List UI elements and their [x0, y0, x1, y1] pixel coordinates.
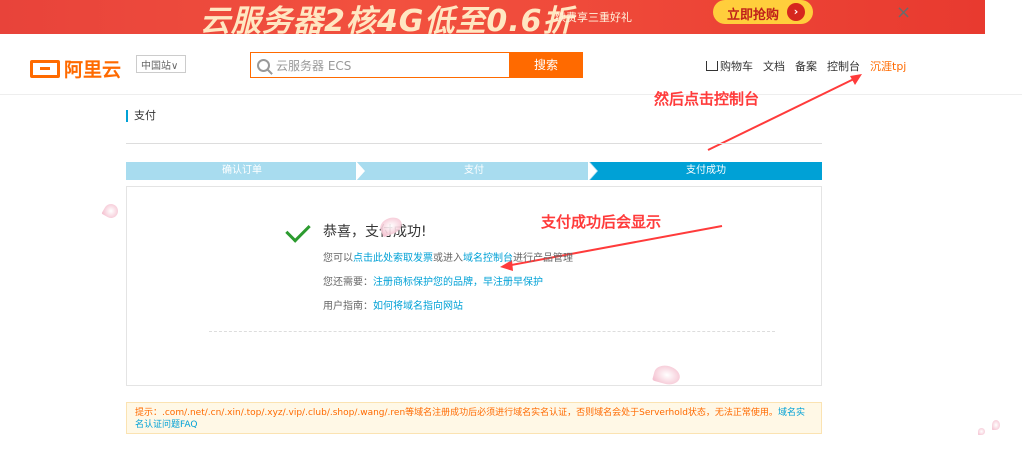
notice-text: 提示：.com/.net/.cn/.xin/.top/.xyz/.vip/.cl…	[135, 408, 778, 418]
nav-user[interactable]: 沉涯tpj	[870, 58, 906, 74]
chevron-right-icon	[588, 161, 598, 181]
logo[interactable]: 阿里云	[30, 55, 121, 82]
invoice-line-suffix: 进行产品管理	[513, 253, 573, 264]
step-label: 确认订单	[222, 165, 262, 176]
site-header: 阿里云 中国站∨ 云服务器 ECS 搜索 购物车 文档 备案 控制台 沉涯tpj	[0, 40, 1022, 95]
chevron-right-icon: ›	[787, 3, 805, 21]
promo-banner[interactable]: 云服务器2核4G低至0.6折 续费享三重好礼 立即抢购 ›	[0, 0, 985, 34]
step-confirm-order: 确认订单	[126, 161, 366, 181]
guide-line: 用户指南：如何将域名指向网站	[323, 297, 463, 312]
petal-decoration	[978, 428, 985, 435]
step-pay: 支付	[358, 161, 598, 181]
notice-bar: 提示：.com/.net/.cn/.xin/.top/.xyz/.vip/.cl…	[126, 402, 822, 434]
annotation-console-hint: 然后点击控制台	[654, 90, 760, 108]
search-icon	[257, 58, 270, 72]
search-input[interactable]: 云服务器 ECS	[250, 52, 510, 78]
nav-cart[interactable]: 购物车	[706, 58, 753, 74]
divider	[126, 143, 822, 144]
domain-console-link[interactable]: 域名控制台	[463, 253, 513, 264]
invoice-line: 您可以点击此处索取发票或进入域名控制台进行产品管理	[323, 249, 573, 264]
site-select[interactable]: 中国站∨	[136, 55, 186, 73]
trademark-line-prefix: 您还需要：	[323, 277, 373, 288]
step-label: 支付成功	[686, 165, 726, 176]
search-placeholder: 云服务器 ECS	[276, 58, 352, 73]
promo-buy-label: 立即抢购	[727, 8, 780, 23]
invoice-link[interactable]: 点击此处索取发票	[353, 253, 433, 264]
trademark-link[interactable]: 注册商标保护您的品牌，早注册早保护	[373, 277, 543, 288]
checkmark-icon	[285, 217, 311, 243]
step-pay-success: 支付成功	[590, 162, 822, 180]
promo-title: 云服务器2核4G低至0.6折	[200, 4, 574, 34]
search-button[interactable]: 搜索	[509, 52, 583, 78]
guide-line-prefix: 用户指南：	[323, 301, 373, 312]
nav-console[interactable]: 控制台	[827, 58, 860, 74]
step-label: 支付	[464, 165, 484, 176]
trademark-line: 您还需要：注册商标保护您的品牌，早注册早保护	[323, 273, 543, 288]
invoice-line-mid: 或进入	[433, 253, 463, 264]
nav-cart-label: 购物车	[720, 60, 753, 73]
petal-decoration	[101, 201, 121, 221]
promo-buy-button[interactable]: 立即抢购 ›	[713, 0, 813, 24]
top-nav: 购物车 文档 备案 控制台 沉涯tpj	[706, 58, 906, 74]
progress-steps: 确认订单 支付 支付成功	[126, 161, 822, 181]
cart-icon	[706, 61, 718, 71]
logo-text: 阿里云	[64, 59, 122, 81]
result-panel: 恭喜，支付成功! 您可以点击此处索取发票或进入域名控制台进行产品管理 您还需要：…	[126, 186, 822, 386]
breadcrumb: 支付	[126, 110, 156, 122]
invoice-line-prefix: 您可以	[323, 253, 353, 264]
guide-link[interactable]: 如何将域名指向网站	[373, 301, 463, 312]
chevron-right-icon	[356, 161, 366, 181]
nav-docs[interactable]: 文档	[763, 58, 785, 74]
dashed-divider	[209, 331, 775, 332]
close-icon[interactable]: ×	[896, 2, 911, 23]
aliyun-logo-icon	[30, 59, 60, 78]
promo-subtitle: 续费享三重好礼	[555, 11, 632, 24]
petal-decoration	[992, 420, 1000, 430]
nav-beian[interactable]: 备案	[795, 58, 817, 74]
congrats-message: 恭喜，支付成功!	[323, 224, 427, 240]
